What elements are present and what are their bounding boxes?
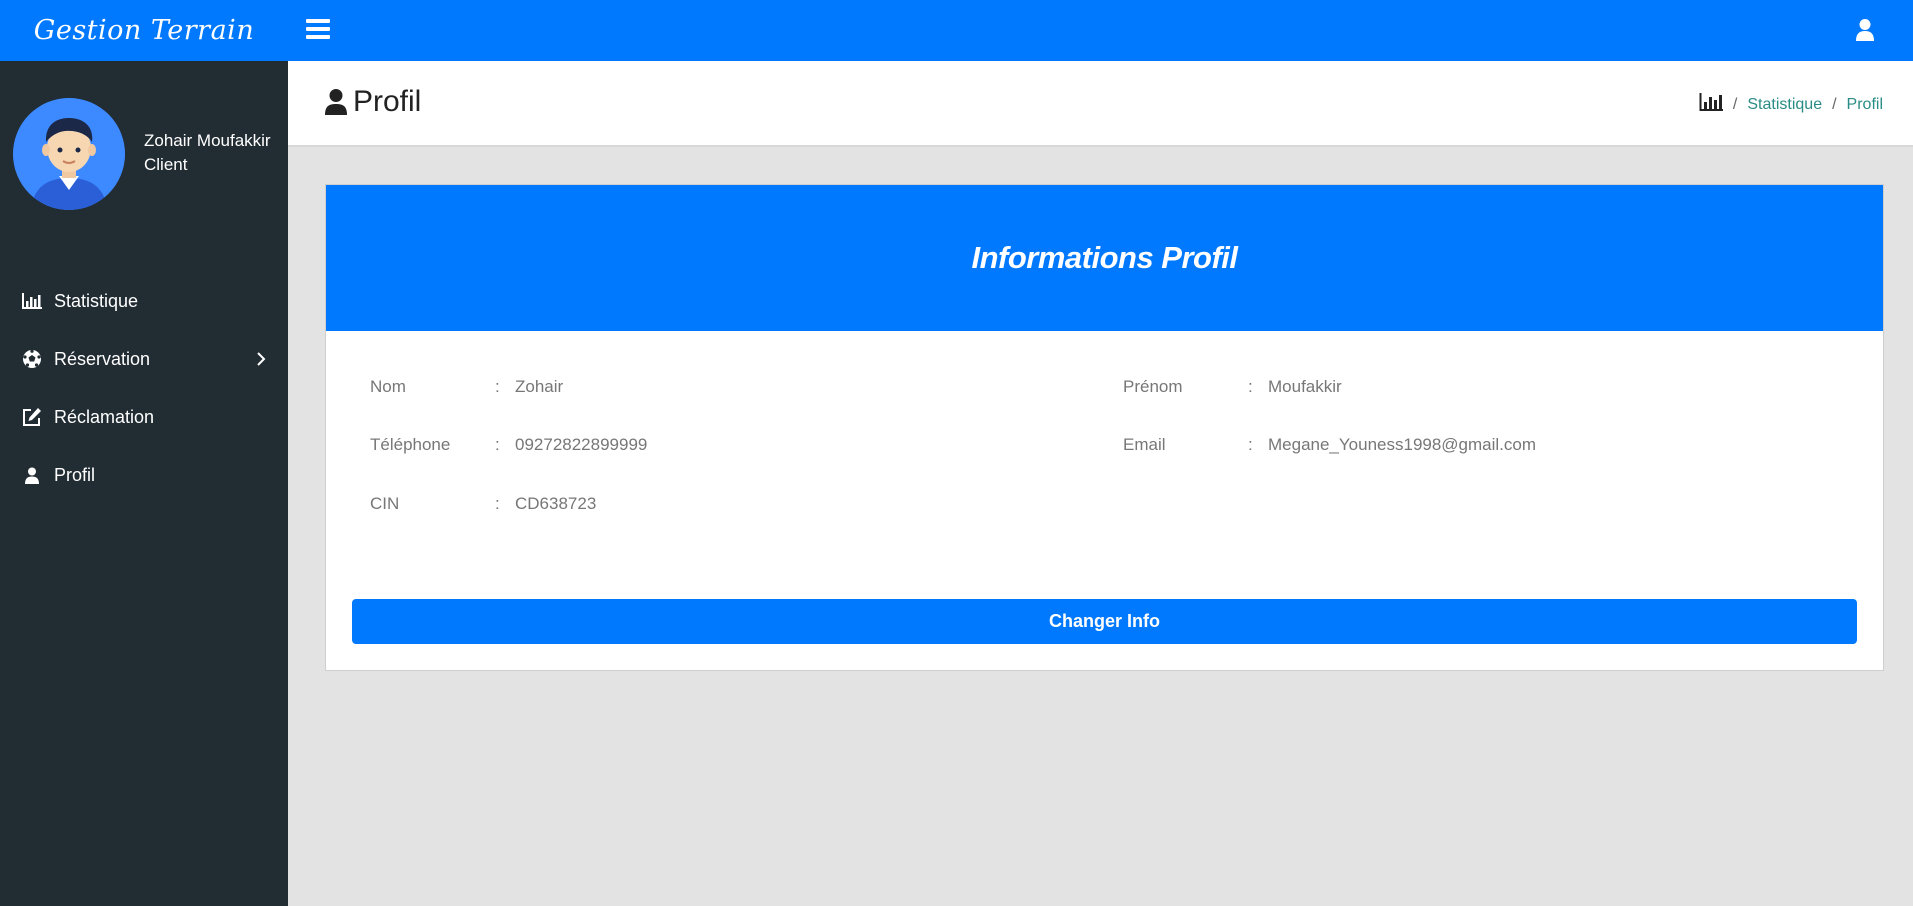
field-value: Megane_Youness1998@gmail.com <box>1268 435 1537 454</box>
field-label: Téléphone <box>370 435 451 454</box>
field-label: Email <box>1123 435 1166 454</box>
field-value: CD638723 <box>515 494 597 513</box>
user-profile-block: Zohair Moufakkir Client <box>13 98 283 212</box>
sidebar-item-reservation[interactable]: Réservation <box>0 335 288 383</box>
breadcrumb-separator: / <box>1832 95 1837 113</box>
field-separator: : <box>495 435 500 454</box>
sidebar-item-reclamation[interactable]: Réclamation <box>0 393 288 441</box>
change-info-button[interactable]: Changer Info <box>352 599 1857 644</box>
user-icon <box>324 88 348 116</box>
field-email: Email : Megane_Youness1998@gmail.com <box>1123 435 1536 455</box>
bar-chart-icon <box>22 291 42 311</box>
field-value: Moufakkir <box>1268 377 1342 396</box>
sidebar-item-label: Statistique <box>54 290 139 311</box>
page-title-text: Profil <box>353 85 422 118</box>
edit-icon <box>22 407 42 427</box>
field-label: Nom <box>370 377 406 396</box>
field-value: 09272822899999 <box>515 435 648 454</box>
top-navbar: Gestion Terrain <box>0 0 1913 61</box>
avatar <box>13 98 125 210</box>
field-separator: : <box>495 377 500 396</box>
brand-logo[interactable]: Gestion Terrain <box>0 0 288 61</box>
field-separator: : <box>1248 435 1253 454</box>
profile-card-header: Informations Profil <box>326 185 1883 331</box>
field-separator: : <box>495 494 500 513</box>
sidebar-item-profil[interactable]: Profil <box>0 451 288 499</box>
bar-chart-icon[interactable] <box>1699 93 1723 116</box>
field-label: Prénom <box>1123 377 1183 396</box>
breadcrumb-link-statistique[interactable]: Statistique <box>1747 96 1822 114</box>
breadcrumb-link-profil[interactable]: Profil <box>1847 96 1883 114</box>
profile-card: Informations Profil Nom : Zohair Prénom … <box>325 184 1884 671</box>
sidebar-item-statistique[interactable]: Statistique <box>0 277 288 325</box>
page-header: Profil / Statistique / Profil <box>288 61 1913 147</box>
user-icon <box>22 465 42 485</box>
sidebar-item-label: Réclamation <box>54 406 155 427</box>
breadcrumb-separator: / <box>1732 95 1738 113</box>
sidebar-item-label: Réservation <box>54 348 151 369</box>
field-cin: CIN : CD638723 <box>370 494 596 514</box>
soccer-ball-icon <box>22 349 42 369</box>
sidebar-item-label: Profil <box>54 464 96 485</box>
field-nom: Nom : Zohair <box>370 377 563 397</box>
hamburger-icon[interactable] <box>306 19 330 41</box>
sidebar: Zohair Moufakkir Client Statistique Rése… <box>0 61 288 906</box>
field-value: Zohair <box>515 377 564 396</box>
field-telephone: Téléphone : 09272822899999 <box>370 435 647 455</box>
user-name: Zohair Moufakkir <box>144 131 271 150</box>
breadcrumb: / Statistique / Profil <box>1699 93 1883 116</box>
field-prenom: Prénom : Moufakkir <box>1123 377 1342 397</box>
field-separator: : <box>1248 377 1253 396</box>
profile-card-title: Informations Profil <box>971 240 1238 275</box>
user-icon[interactable] <box>1855 18 1875 42</box>
field-label: CIN <box>370 494 400 513</box>
user-role: Client <box>144 155 188 174</box>
page-title: Profil <box>324 85 421 119</box>
chevron-right-icon <box>252 350 270 368</box>
